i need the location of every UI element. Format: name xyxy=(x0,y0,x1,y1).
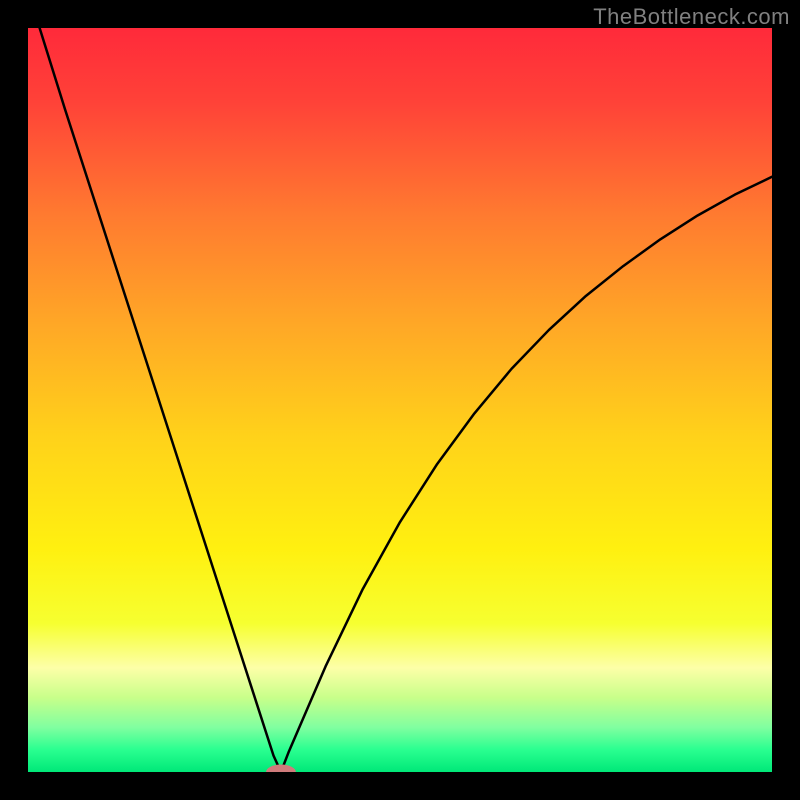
watermark-text: TheBottleneck.com xyxy=(593,4,790,30)
chart-background xyxy=(28,28,772,772)
chart-frame: TheBottleneck.com xyxy=(0,0,800,800)
bottleneck-chart xyxy=(28,28,772,772)
